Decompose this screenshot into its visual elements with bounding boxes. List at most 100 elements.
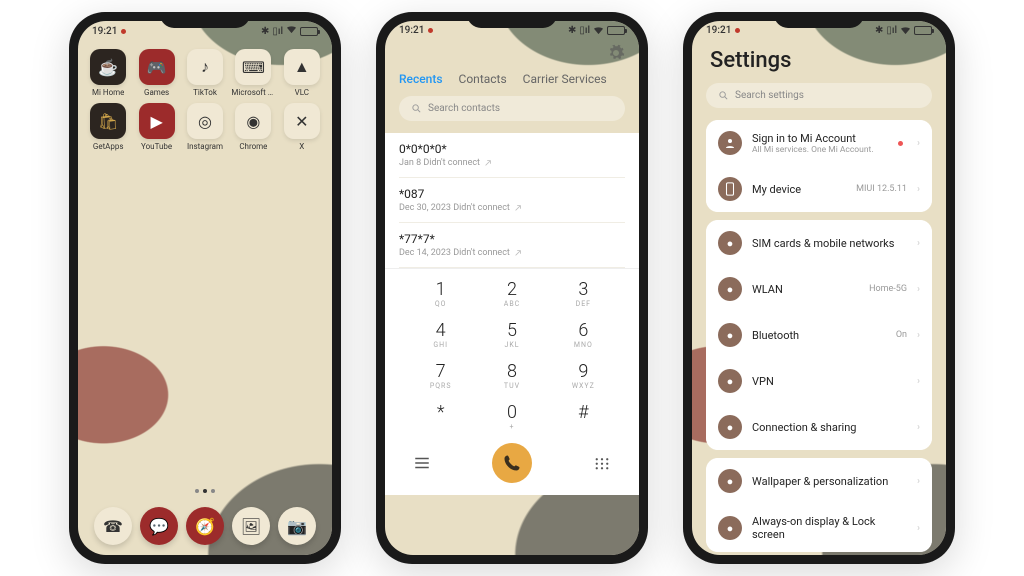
- dialkey-sub: WXYZ: [548, 382, 619, 390]
- dialkey[interactable]: 7 PQRS: [405, 361, 476, 390]
- app-glyph-icon: ▶: [139, 103, 175, 139]
- share-icon: ●: [718, 415, 742, 439]
- settings-item-value: MIUI 12.5.11: [856, 184, 907, 194]
- settings-item[interactable]: ● Wallpaper & personalization ›: [706, 458, 932, 504]
- call-number: *087: [399, 187, 625, 201]
- settings-item-value: Home-5G: [869, 284, 907, 294]
- dialkey[interactable]: 5 JKL: [476, 320, 547, 349]
- settings-item[interactable]: ● VPN ›: [706, 358, 932, 404]
- page-indicator: [78, 489, 332, 493]
- app-label: YouTube: [141, 142, 172, 151]
- dialkey[interactable]: 2 ABC: [476, 279, 547, 308]
- app-icon[interactable]: ♪ TikTok: [183, 49, 227, 97]
- messages-icon[interactable]: 💬: [140, 507, 178, 545]
- dialkey[interactable]: #: [548, 402, 619, 431]
- app-icon[interactable]: ⌨ Microsoft SwiftKey ...: [231, 49, 275, 97]
- settings-item[interactable]: ● Connection & sharing ›: [706, 404, 932, 450]
- notch: [774, 12, 864, 28]
- app-icon[interactable]: ▲ VLC: [280, 49, 324, 97]
- app-icon[interactable]: ◉ Chrome: [231, 103, 275, 151]
- dial-bottom-bar: [385, 431, 639, 495]
- app-icon[interactable]: ✕ X: [280, 103, 324, 151]
- app-label: X: [299, 142, 304, 151]
- bluetooth-icon: ✱: [261, 26, 269, 37]
- settings-item-label: Connection & sharing: [752, 421, 907, 434]
- app-glyph-icon: ◎: [187, 103, 223, 139]
- dialkey[interactable]: 0 +: [476, 402, 547, 431]
- bluetooth-icon: ✱: [568, 25, 576, 36]
- status-time: 19:21: [706, 25, 731, 36]
- app-label: Mi Home: [92, 88, 124, 97]
- tab-recents[interactable]: Recents: [399, 72, 443, 86]
- app-icon[interactable]: ◎ Instagram: [183, 103, 227, 151]
- settings-item-label: Sign in to Mi Account: [752, 132, 888, 145]
- phone-icon[interactable]: ☎: [94, 507, 132, 545]
- dialkey-digit: 9: [548, 361, 619, 382]
- camera-icon[interactable]: 📷: [278, 507, 316, 545]
- settings-item[interactable]: ● Bluetooth On ›: [706, 312, 932, 358]
- call-item[interactable]: *087 Dec 30, 2023 Didn't connect: [399, 178, 625, 223]
- menu-icon[interactable]: [413, 456, 431, 470]
- dialkey[interactable]: 8 TUV: [476, 361, 547, 390]
- app-icon[interactable]: 🎮 Games: [134, 49, 178, 97]
- dialkey-digit: 2: [476, 279, 547, 300]
- gallery-icon[interactable]: 🖼: [232, 507, 270, 545]
- record-dot-icon: [428, 28, 433, 33]
- chevron-right-icon: ›: [917, 476, 920, 487]
- dialkey[interactable]: 6 MNO: [548, 320, 619, 349]
- battery-icon: [914, 26, 932, 35]
- settings-item[interactable]: ● SIM cards & mobile networks ›: [706, 220, 932, 266]
- search-placeholder: Search contacts: [428, 103, 500, 114]
- app-icon[interactable]: ☕ Mi Home: [86, 49, 130, 97]
- dialkey[interactable]: 4 GHI: [405, 320, 476, 349]
- chevron-right-icon: ›: [917, 330, 920, 341]
- call-item[interactable]: *77*7* Dec 14, 2023 Didn't connect: [399, 223, 625, 268]
- tab-carrier[interactable]: Carrier Services: [523, 72, 607, 86]
- chevron-right-icon: ›: [917, 284, 920, 295]
- my-device-item[interactable]: My device MIUI 12.5.11 ›: [706, 166, 932, 212]
- dialkey[interactable]: *: [405, 402, 476, 431]
- browser-icon[interactable]: 🧭: [186, 507, 224, 545]
- call-meta: Dec 30, 2023 Didn't connect: [399, 203, 625, 213]
- dialkey-digit: #: [548, 402, 619, 423]
- settings-item[interactable]: ● Always-on display & Lock screen ›: [706, 504, 932, 552]
- chevron-right-icon: ›: [917, 523, 920, 534]
- search-placeholder: Search settings: [735, 90, 804, 101]
- outgoing-icon: [514, 249, 522, 257]
- app-icon[interactable]: ▶ YouTube: [134, 103, 178, 151]
- dialer-tabs: Recents Contacts Carrier Services: [385, 66, 639, 96]
- notch: [467, 12, 557, 28]
- chevron-right-icon: ›: [917, 138, 920, 149]
- call-item[interactable]: 0*0*0*0* Jan 8 Didn't connect: [399, 133, 625, 178]
- call-meta: Dec 14, 2023 Didn't connect: [399, 248, 625, 258]
- battery-icon: [300, 27, 318, 36]
- dialkey-digit: 5: [476, 320, 547, 341]
- call-button[interactable]: [492, 443, 532, 483]
- dialpad-toggle-icon[interactable]: [593, 456, 611, 470]
- signal-icon: ▯ıl: [579, 25, 590, 36]
- dock: ☎💬🧭🖼📷: [78, 507, 332, 545]
- app-glyph-icon: 🎮: [139, 49, 175, 85]
- search-settings[interactable]: Search settings: [706, 83, 932, 108]
- settings-item-sub: All Mi services. One Mi Account.: [752, 145, 888, 155]
- app-glyph-icon: ♪: [187, 49, 223, 85]
- settings-item[interactable]: ● WLAN Home-5G ›: [706, 266, 932, 312]
- dialkey-digit: 3: [548, 279, 619, 300]
- dialkey-sub: ABC: [476, 300, 547, 308]
- tab-contacts[interactable]: Contacts: [459, 72, 507, 86]
- dialkey[interactable]: 1 QO: [405, 279, 476, 308]
- dialkey[interactable]: 3 DEF: [548, 279, 619, 308]
- call-meta: Jan 8 Didn't connect: [399, 158, 625, 168]
- dialkey[interactable]: 9 WXYZ: [548, 361, 619, 390]
- dialkey-sub: QO: [405, 300, 476, 308]
- search-contacts[interactable]: Search contacts: [399, 96, 625, 121]
- gear-icon[interactable]: [607, 44, 625, 62]
- status-time: 19:21: [399, 25, 424, 36]
- dialkey-digit: 6: [548, 320, 619, 341]
- signin-item[interactable]: Sign in to Mi Account All Mi services. O…: [706, 120, 932, 166]
- app-icon[interactable]: 🛍 GetApps: [86, 103, 130, 151]
- dialer-screen: 19:21 ✱ ▯ıl Recents Contacts Carrier Ser…: [385, 21, 639, 555]
- wifi-icon: ●: [718, 277, 742, 301]
- dialkey-sub: MNO: [548, 341, 619, 349]
- dialkey-sub: TUV: [476, 382, 547, 390]
